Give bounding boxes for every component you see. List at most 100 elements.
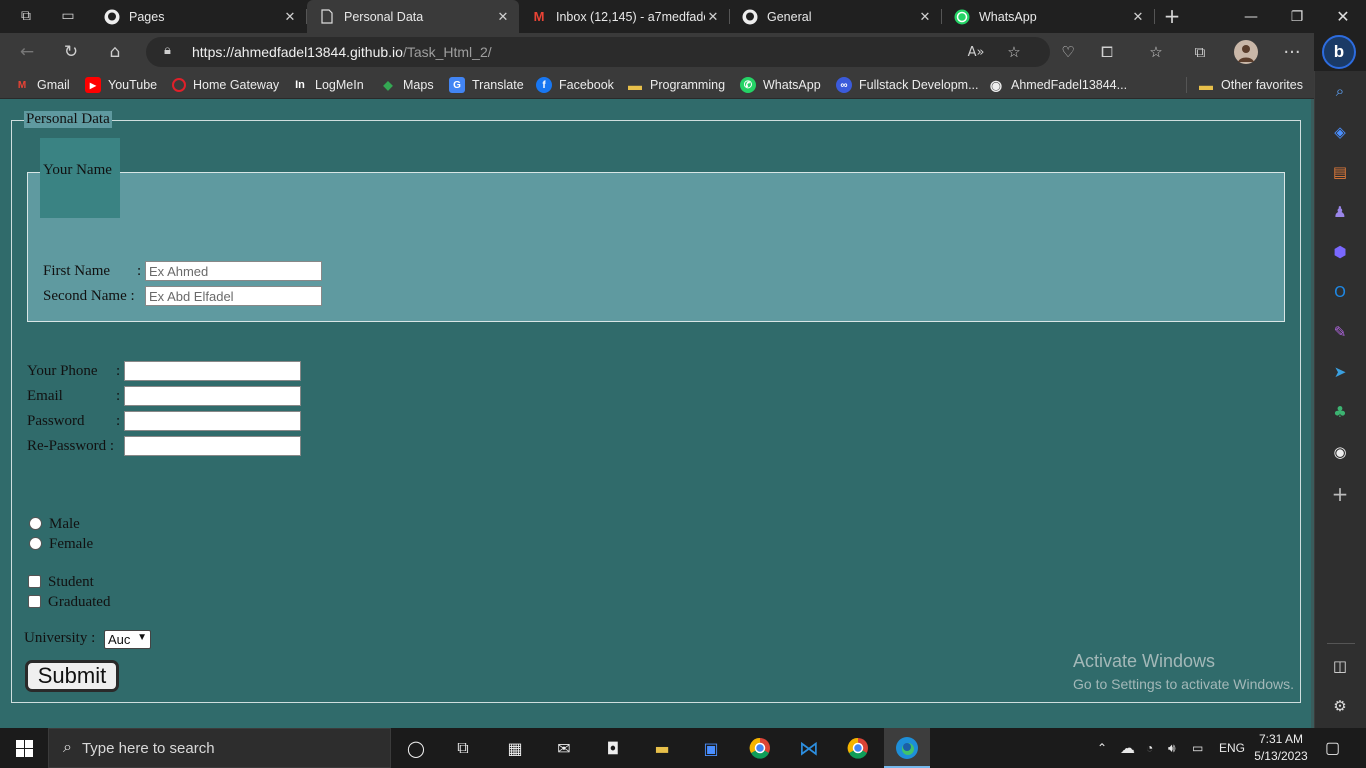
- volume-icon[interactable]: 🔊︎: [1168, 728, 1176, 768]
- language-indicator[interactable]: ENG: [1219, 728, 1245, 768]
- games-icon[interactable]: ♟: [1329, 201, 1351, 223]
- home-icon[interactable]: ⌂: [100, 39, 130, 65]
- logmein-icon: In: [295, 79, 305, 91]
- tools-icon[interactable]: ▤: [1329, 161, 1351, 183]
- extensions-icon[interactable]: ⧠: [1093, 39, 1121, 65]
- back-icon[interactable]: ←: [12, 39, 42, 65]
- favorite-whatsapp[interactable]: ✆ WhatsApp: [740, 76, 821, 94]
- more-menu-icon[interactable]: ···: [1278, 39, 1306, 65]
- graduated-checkbox[interactable]: [28, 595, 41, 608]
- vscode-icon[interactable]: ⋈: [794, 734, 824, 762]
- chrome-profile-icon[interactable]: [843, 734, 873, 762]
- password-input[interactable]: [124, 411, 301, 431]
- female-radio[interactable]: [29, 537, 42, 550]
- favorite-gmail[interactable]: M Gmail: [14, 76, 70, 94]
- settings-icon[interactable]: ⚙: [1329, 695, 1351, 717]
- file-explorer-icon[interactable]: ▬: [647, 734, 677, 762]
- github-icon[interactable]: ◉: [1329, 441, 1351, 463]
- favorite-facebook[interactable]: f Facebook: [536, 76, 614, 94]
- browser-essentials-icon[interactable]: ♡: [1054, 39, 1082, 65]
- favorite-home-gateway[interactable]: OHome Gateway: [172, 76, 279, 94]
- submit-button[interactable]: Submit: [25, 660, 119, 692]
- outlook-icon[interactable]: O: [1329, 281, 1351, 303]
- taskbar: ⌕ Type here to search ◯ ⧉ ▦ ✉ ◘ ▬ ▣ ⋈ ⌃ …: [0, 728, 1366, 768]
- send-icon[interactable]: ➤: [1329, 361, 1351, 383]
- task-view-icon[interactable]: ⧉: [448, 734, 478, 762]
- calendar-icon[interactable]: ▦: [500, 734, 530, 762]
- close-icon[interactable]: ✕: [495, 9, 511, 25]
- edge-icon[interactable]: [892, 734, 922, 762]
- windows-start-icon[interactable]: [9, 734, 39, 762]
- workspaces-icon[interactable]: ⧉: [12, 4, 40, 28]
- password-label: Password: [27, 413, 85, 429]
- edge-sidebar: ⌕ ◈ ▤ ♟ ⬢ O ✎ ➤ ♣ ◉ + ◫ ⚙: [1314, 71, 1366, 728]
- male-label: Male: [49, 516, 80, 532]
- student-checkbox[interactable]: [28, 575, 41, 588]
- battery-icon[interactable]: ▭: [1192, 728, 1203, 768]
- minimize-icon[interactable]: —: [1228, 0, 1274, 33]
- close-icon[interactable]: ✕: [1130, 9, 1146, 25]
- cortana-icon[interactable]: ◯: [401, 734, 431, 762]
- favorite-fullstack[interactable]: ∞ Fullstack Developm...: [836, 76, 978, 94]
- close-icon[interactable]: ✕: [705, 9, 721, 25]
- taskbar-search-input[interactable]: ⌕ Type here to search: [48, 728, 391, 768]
- favorite-ahmedfadel[interactable]: ◉ AhmedFadel13844...: [988, 76, 1127, 94]
- gmail-icon: M: [17, 79, 27, 91]
- clock[interactable]: 7:31 AM 5/13/2023: [1250, 731, 1312, 765]
- shopping-icon[interactable]: ◈: [1329, 121, 1351, 143]
- tab-pages[interactable]: Pages ✕: [92, 0, 307, 33]
- microsoft-365-icon[interactable]: ⬢: [1329, 241, 1351, 263]
- designer-icon[interactable]: ✎: [1329, 321, 1351, 343]
- phone-input[interactable]: [124, 361, 301, 381]
- search-icon[interactable]: ⌕: [1329, 80, 1351, 102]
- close-icon[interactable]: ✕: [917, 9, 933, 25]
- favorite-logmein[interactable]: In LogMeIn: [292, 76, 364, 94]
- notifications-icon[interactable]: ▢: [1325, 728, 1340, 768]
- sidebar-layout-icon[interactable]: ◫: [1329, 655, 1351, 677]
- store-icon[interactable]: ▣: [696, 734, 726, 762]
- second-name-input[interactable]: Ex Abd Elfadel: [145, 286, 322, 306]
- github-icon: [742, 9, 758, 25]
- repassword-input[interactable]: [124, 436, 301, 456]
- show-hidden-icons-icon[interactable]: ⌃: [1097, 728, 1107, 768]
- read-aloud-icon[interactable]: A»: [962, 39, 990, 65]
- favorite-translate[interactable]: G Translate: [449, 76, 524, 94]
- tab-bar: ⧉ ▭ Pages ✕ Personal Data ✕ M Inbox (12,…: [0, 0, 1366, 33]
- profile-avatar[interactable]: [1232, 39, 1260, 65]
- url-bar[interactable]: 🔒︎ https://ahmedfadel13844.github.io/Tas…: [146, 37, 1050, 67]
- restore-icon[interactable]: ❐: [1274, 0, 1320, 33]
- tab-title: Inbox (12,145) - a7medfade: [556, 9, 705, 24]
- chrome-icon[interactable]: [745, 734, 775, 762]
- tab-title: WhatsApp: [979, 9, 1037, 24]
- tab-whatsapp[interactable]: WhatsApp ✕: [942, 0, 1155, 33]
- facebook-icon: f: [536, 77, 552, 93]
- github-icon: ◉: [989, 76, 1003, 93]
- favorite-youtube[interactable]: ▶ YouTube: [85, 76, 157, 94]
- window-close-icon[interactable]: ✕: [1320, 0, 1366, 33]
- add-favorite-icon[interactable]: ☆: [1000, 39, 1028, 65]
- close-icon[interactable]: ✕: [282, 9, 298, 25]
- tab-personal-data[interactable]: Personal Data ✕: [307, 0, 519, 33]
- favorites-icon[interactable]: ☆: [1142, 39, 1170, 65]
- tab-actions-icon[interactable]: ▭: [54, 4, 82, 28]
- tab-inbox[interactable]: M Inbox (12,145) - a7medfade ✕: [519, 0, 730, 33]
- refresh-icon[interactable]: ↻: [56, 39, 86, 65]
- favorite-maps[interactable]: ◆ Maps: [380, 76, 433, 94]
- email-input[interactable]: [124, 386, 301, 406]
- male-radio[interactable]: [29, 517, 42, 530]
- university-select[interactable]: Auc ▼: [104, 630, 151, 649]
- favorite-programming[interactable]: ▬ Programming: [627, 76, 725, 94]
- tree-icon[interactable]: ♣: [1329, 401, 1351, 423]
- camera-icon[interactable]: ◘: [598, 734, 628, 762]
- lock-icon[interactable]: 🔒︎: [164, 43, 171, 58]
- new-tab-icon[interactable]: +: [1158, 4, 1186, 28]
- network-icon[interactable]: ◔: [1146, 728, 1153, 768]
- collections-icon[interactable]: ⧉: [1186, 39, 1214, 65]
- onedrive-icon[interactable]: ☁: [1120, 728, 1135, 768]
- mail-icon[interactable]: ✉: [549, 734, 579, 762]
- first-name-input[interactable]: Ex Ahmed: [145, 261, 322, 281]
- add-icon[interactable]: +: [1329, 482, 1351, 506]
- tab-general[interactable]: General ✕: [730, 0, 942, 33]
- bing-chat-icon[interactable]: b: [1322, 35, 1356, 69]
- other-favorites[interactable]: ▬ Other favorites: [1198, 76, 1303, 94]
